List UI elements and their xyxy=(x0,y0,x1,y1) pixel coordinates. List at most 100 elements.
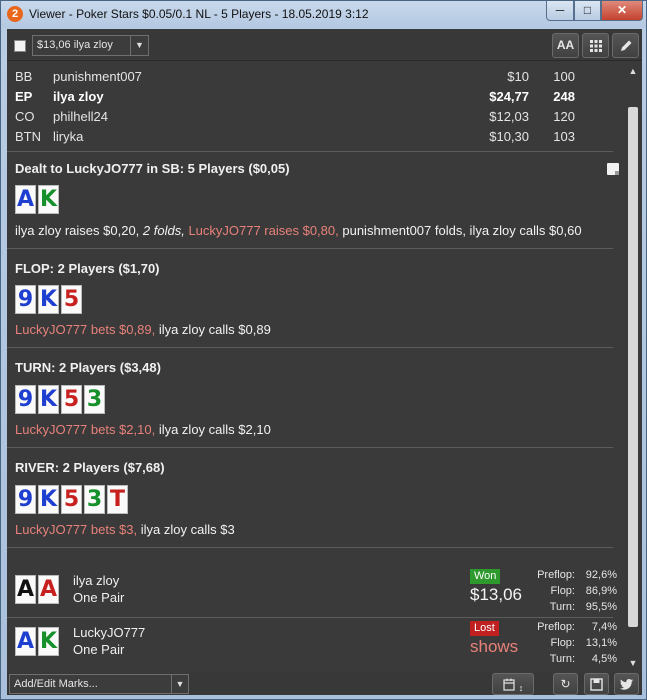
pencil-icon xyxy=(620,40,631,51)
close-icon: ✕ xyxy=(616,3,628,17)
equity-row: Flop: 86,9% xyxy=(527,583,617,599)
result-row-loser: A K LuckyJO777 One Pair Lost shows Preflop: 7,4… xyxy=(7,619,624,669)
playing-card: 9 xyxy=(15,285,36,314)
scroll-down-icon[interactable]: ▼ xyxy=(627,657,639,669)
divider xyxy=(7,617,613,618)
equity-label: Preflop: xyxy=(537,621,575,633)
divider xyxy=(7,248,613,249)
equity-label: Preflop: xyxy=(537,569,575,581)
playing-card: T xyxy=(107,485,128,514)
divider xyxy=(7,447,613,448)
save-button[interactable] xyxy=(584,673,609,695)
result-player-name: ilya zloy xyxy=(73,573,120,588)
layout-button[interactable] xyxy=(582,33,609,58)
chevron-down-icon[interactable]: ▼ xyxy=(171,675,188,693)
seat-stack: $10 xyxy=(507,69,529,84)
playing-card: A xyxy=(15,185,36,214)
flop-actions: LuckyJO777 bets $0,89, ilya zloy calls $… xyxy=(15,322,271,337)
result-player-name: LuckyJO777 xyxy=(73,625,146,640)
note-icon[interactable] xyxy=(607,163,619,175)
app-logo-icon: 2 xyxy=(7,6,23,22)
player-dropdown[interactable]: $13,06 ilya zloy ▼ xyxy=(32,35,149,56)
equity-label: Turn: xyxy=(549,653,575,665)
turn-title: TURN: 2 Players ($3,48) xyxy=(15,360,161,375)
playing-card: K xyxy=(38,185,59,214)
vertical-scrollbar[interactable]: ▲ ▼ xyxy=(624,61,642,673)
seat-position: EP xyxy=(15,89,33,104)
equity-value: 86,9% xyxy=(585,585,617,597)
result-cards: AA xyxy=(15,575,61,605)
playing-card: 5 xyxy=(61,285,82,314)
result-cards: AK xyxy=(15,627,61,657)
playing-card: A xyxy=(15,575,36,604)
marks-dropdown[interactable]: Add/Edit Marks... ▼ xyxy=(9,674,189,694)
date-picker-button[interactable]: ↕ xyxy=(492,673,534,695)
seat-stack-bb: 103 xyxy=(553,129,575,144)
action-text: ilya zloy calls $3 xyxy=(140,522,235,537)
seat-row[interactable]: EP ilya zloy $24,77 248 xyxy=(15,87,615,107)
river-title: RIVER: 2 Players ($7,68) xyxy=(15,460,165,475)
turn-actions: LuckyJO777 bets $2,10, ilya zloy calls $… xyxy=(15,422,271,437)
result-amount: shows xyxy=(470,637,519,656)
title-bar[interactable]: 2 Viewer - Poker Stars $0.05/0.1 NL - 5 … xyxy=(1,1,646,28)
result-row-winner: A Ailya zloy One Pair Won $13,06 Preflop: 92,6… xyxy=(7,567,624,617)
seat-stack: $12,03 xyxy=(489,109,529,124)
seat-stack: $10,30 xyxy=(489,129,529,144)
seat-stack-bb: 248 xyxy=(553,89,575,104)
playing-card: 3 xyxy=(84,485,105,514)
font-size-icon: AA xyxy=(556,38,575,52)
minimize-button[interactable]: ─ xyxy=(546,1,574,21)
action-text: ilya zloy calls $2,10 xyxy=(158,422,271,437)
marks-dropdown-label: Add/Edit Marks... xyxy=(14,678,98,690)
font-size-button[interactable]: AA xyxy=(552,33,579,58)
result-amount: $13,06 xyxy=(470,585,522,604)
chevron-down-icon[interactable]: ▼ xyxy=(130,36,148,55)
seat-player-name: philhell24 xyxy=(53,109,108,124)
flop-title: FLOP: 2 Players ($1,70) xyxy=(15,261,160,276)
twitter-share-button[interactable] xyxy=(614,673,639,695)
equity-stats: Preflop: 7,4% Flop: 13,1% Turn: 4,5% xyxy=(527,619,617,667)
player-dropdown-value: $13,06 ilya zloy xyxy=(37,39,113,51)
up-down-icon: ↕ xyxy=(518,683,524,693)
twitter-icon xyxy=(620,679,633,690)
close-button[interactable]: ✕ xyxy=(601,1,643,21)
equity-row: Flop: 13,1% xyxy=(527,635,617,651)
playing-card: A xyxy=(15,627,36,656)
maximize-button[interactable]: □ xyxy=(574,1,601,21)
action-text: LuckyJO777 raises $0,80, xyxy=(188,223,343,238)
seat-position: BB xyxy=(15,69,33,84)
seat-position: BTN xyxy=(15,129,41,144)
playing-card: K xyxy=(38,285,59,314)
seat-row[interactable]: CO philhell24 $12,03 120 xyxy=(15,107,615,127)
playing-card: 9 xyxy=(15,485,36,514)
replay-button[interactable]: ↻ xyxy=(553,673,578,695)
playing-card: 5 xyxy=(61,385,82,414)
seat-player-name: punishment007 xyxy=(53,69,142,84)
seat-stack-bb: 120 xyxy=(553,109,575,124)
save-icon xyxy=(590,678,603,691)
viewer-window: 2 Viewer - Poker Stars $0.05/0.1 NL - 5 … xyxy=(0,0,647,700)
action-text: 2 folds, xyxy=(142,223,189,238)
river-actions: LuckyJO777 bets $3, ilya zloy calls $3 xyxy=(15,522,235,537)
playing-card: K xyxy=(38,627,59,656)
scroll-thumb[interactable] xyxy=(628,107,638,627)
action-text: LuckyJO777 bets $3, xyxy=(15,522,141,537)
action-text: punishment007 folds, ilya zloy calls $0,… xyxy=(342,223,582,238)
result-badge: Lost xyxy=(470,621,499,636)
seat-row[interactable]: BB punishment007 $10 100 xyxy=(15,67,615,87)
result-hand-rank: One Pair xyxy=(73,642,125,657)
edit-button[interactable] xyxy=(612,33,639,58)
grid-icon xyxy=(589,40,602,52)
seat-row[interactable]: BTN liryka $10,30 103 xyxy=(15,127,615,147)
calendar-icon xyxy=(503,678,515,691)
turn-cards: 9K53 xyxy=(15,385,107,415)
equity-stats: Preflop: 92,6% Flop: 86,9% Turn: 95,5% xyxy=(527,567,617,615)
flop-cards: 9K5 xyxy=(15,285,84,315)
hand-history-panel: BB punishment007 $10 100 EP ilya zloy $24,77 24… xyxy=(7,61,624,673)
window-title: Viewer - Poker Stars $0.05/0.1 NL - 5 Pl… xyxy=(29,7,369,21)
scroll-up-icon[interactable]: ▲ xyxy=(627,65,639,77)
preflop-title: Dealt to LuckyJO777 in SB: 5 Players ($0… xyxy=(15,161,290,176)
equity-label: Flop: xyxy=(550,585,575,597)
playing-card: A xyxy=(38,575,59,604)
select-checkbox[interactable] xyxy=(14,40,26,52)
